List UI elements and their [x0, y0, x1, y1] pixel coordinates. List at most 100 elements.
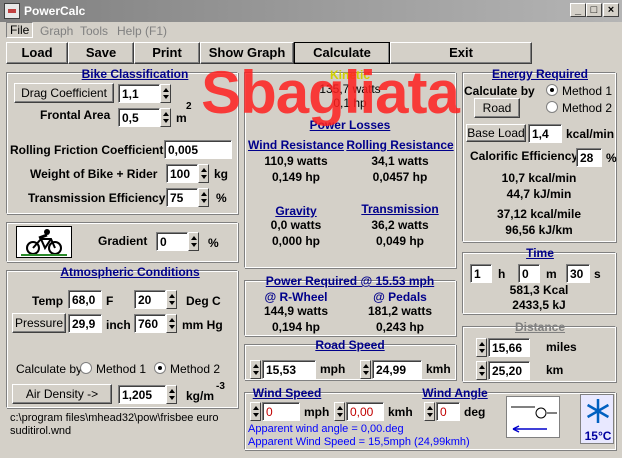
- transmission-hp: 0,049 hp: [375, 234, 425, 248]
- temp-c-unit: Deg C: [186, 294, 221, 308]
- energy-kcal-mile: 37,12 kcal/mile: [496, 207, 582, 221]
- apparent-wind-speed: Apparent Wind Speed = 15,5mph (24,99kmh): [248, 436, 470, 448]
- energy-method2-radio[interactable]: [546, 101, 558, 113]
- frontal-area-input[interactable]: 0,5: [118, 108, 160, 127]
- wind-mph-unit: mph: [304, 405, 330, 419]
- gradient-input[interactable]: 0: [156, 232, 188, 251]
- distance-header: Distance: [514, 320, 566, 334]
- pressure-mm-input[interactable]: 760: [134, 314, 166, 333]
- temp-f-input[interactable]: 68,0: [68, 290, 102, 309]
- gradient-unit: %: [208, 236, 219, 250]
- transmission-efficiency-spinner[interactable]: [198, 188, 209, 207]
- pressure-button[interactable]: Pressure: [12, 313, 66, 333]
- wind-speed-header: Wind Speed: [252, 386, 322, 400]
- road-kmh-input[interactable]: 24,99: [372, 360, 422, 379]
- drag-coefficient-input[interactable]: 1,1: [118, 84, 160, 103]
- road-mph-input[interactable]: 15,53: [262, 360, 316, 379]
- road-kmh-spinner[interactable]: [360, 360, 371, 379]
- air-density-button[interactable]: Air Density ->: [12, 384, 112, 404]
- app-icon: [4, 3, 20, 19]
- weight-input[interactable]: 100: [166, 164, 198, 183]
- time-kj: 2433,5 kJ: [512, 298, 566, 312]
- gradient-spinner[interactable]: [188, 232, 199, 251]
- menu-file[interactable]: File: [6, 22, 34, 38]
- save-button[interactable]: Save: [68, 42, 134, 64]
- wind-mph-input[interactable]: 0: [262, 402, 300, 421]
- distance-km-unit: km: [546, 363, 564, 377]
- time-minutes-input[interactable]: 0: [518, 264, 540, 283]
- transmission-efficiency-input[interactable]: 75: [166, 188, 198, 207]
- apparent-wind-angle: Apparent wind angle = 0,00.deg: [248, 423, 404, 435]
- energy-method1-radio[interactable]: [546, 84, 558, 96]
- wind-kmh-unit: kmh: [388, 405, 413, 419]
- wind-resistance-hp: 0,149 hp: [271, 170, 321, 184]
- minimize-button[interactable]: _: [570, 3, 586, 17]
- atmos-method1-radio[interactable]: [80, 362, 92, 374]
- close-button[interactable]: ×: [603, 3, 619, 17]
- menu-help[interactable]: Help (F1): [117, 24, 167, 38]
- frontal-area-label: Frontal Area: [40, 108, 111, 122]
- maximize-button[interactable]: □: [586, 3, 602, 17]
- road-mph-spinner[interactable]: [250, 360, 261, 379]
- time-seconds-input[interactable]: 30: [566, 264, 590, 283]
- wind-resistance-watts: 110,9 watts: [264, 154, 328, 168]
- power-required-header: Power Required @ 15.53 mph: [265, 274, 435, 288]
- energy-method2-label: Method 2: [562, 101, 613, 115]
- wind-angle-spinner[interactable]: [424, 402, 435, 421]
- energy-kj-min: 44,7 kJ/min: [506, 187, 572, 201]
- distance-miles-input[interactable]: 15,66: [488, 338, 530, 357]
- pressure-mm-spinner[interactable]: [166, 314, 177, 333]
- wind-kmh-spinner[interactable]: [334, 402, 345, 421]
- base-load-input[interactable]: 1,4: [528, 124, 562, 143]
- menu-tools[interactable]: Tools: [80, 24, 108, 38]
- calorific-efficiency-input[interactable]: 28: [576, 148, 602, 167]
- transmission-efficiency-label: Transmission Efficiency: [28, 191, 166, 205]
- gravity-header: Gravity: [275, 204, 317, 218]
- time-hours-input[interactable]: 1: [470, 264, 492, 283]
- snowflake-icon: [584, 397, 612, 425]
- air-density-input[interactable]: 1,205: [118, 385, 166, 404]
- drag-coefficient-button[interactable]: Drag Coefficient: [14, 83, 114, 103]
- road-mph-unit: mph: [320, 362, 346, 376]
- distance-miles-unit: miles: [546, 340, 577, 354]
- wind-angle-input[interactable]: 0: [436, 402, 460, 421]
- cyclist-icon: [16, 226, 72, 258]
- transmission-watts: 36,2 watts: [371, 218, 429, 232]
- distance-km-spinner[interactable]: [476, 361, 487, 380]
- menu-bar: File Graph Tools Help (F1): [0, 22, 622, 40]
- watermark-text: Sbagliata: [201, 59, 460, 126]
- transmission-header: Transmission: [361, 202, 439, 216]
- rolling-friction-input[interactable]: 0,005: [164, 140, 232, 159]
- weight-label: Weight of Bike + Rider: [30, 167, 158, 181]
- rolling-resistance-header: Rolling Resistance: [346, 138, 454, 152]
- title-bar: PowerCalc _ □ ×: [0, 0, 622, 22]
- wind-kmh-input[interactable]: 0,00: [346, 402, 384, 421]
- wind-direction-icon: [506, 396, 560, 438]
- rolling-resistance-hp: 0,0457 hp: [372, 170, 428, 184]
- pressure-inch-input[interactable]: 29,9: [68, 314, 102, 333]
- air-density-spinner[interactable]: [166, 385, 177, 404]
- wind-mph-spinner[interactable]: [250, 402, 261, 421]
- calorific-efficiency-unit: %: [606, 151, 617, 165]
- pressure-mm-unit: mm Hg: [182, 318, 223, 332]
- atmos-method2-radio[interactable]: [154, 362, 166, 374]
- wind-resistance-header: Wind Resistance: [248, 138, 344, 152]
- rolling-resistance-watts: 34,1 watts: [371, 154, 429, 168]
- time-minutes-unit: m: [546, 267, 557, 281]
- gravity-watts: 0,0 watts: [270, 218, 322, 232]
- temp-c-input[interactable]: 20: [134, 290, 166, 309]
- gravity-hp: 0,000 hp: [271, 234, 321, 248]
- load-button[interactable]: Load: [6, 42, 68, 64]
- rolling-friction-label: Rolling Friction Coefficient: [10, 143, 164, 157]
- pedals-hp: 0,243 hp: [375, 320, 425, 334]
- road-speed-header: Road Speed: [315, 338, 385, 352]
- wind-angle-unit: deg: [464, 405, 486, 419]
- temp-c-spinner[interactable]: [166, 290, 177, 309]
- distance-miles-spinner[interactable]: [476, 338, 487, 357]
- weight-spinner[interactable]: [198, 164, 209, 183]
- air-density-exponent: -3: [216, 381, 225, 392]
- window-title: PowerCalc: [24, 4, 86, 18]
- menu-graph[interactable]: Graph: [40, 24, 73, 38]
- distance-km-input[interactable]: 25,20: [488, 361, 530, 380]
- pressure-inch-unit: inch: [106, 318, 131, 332]
